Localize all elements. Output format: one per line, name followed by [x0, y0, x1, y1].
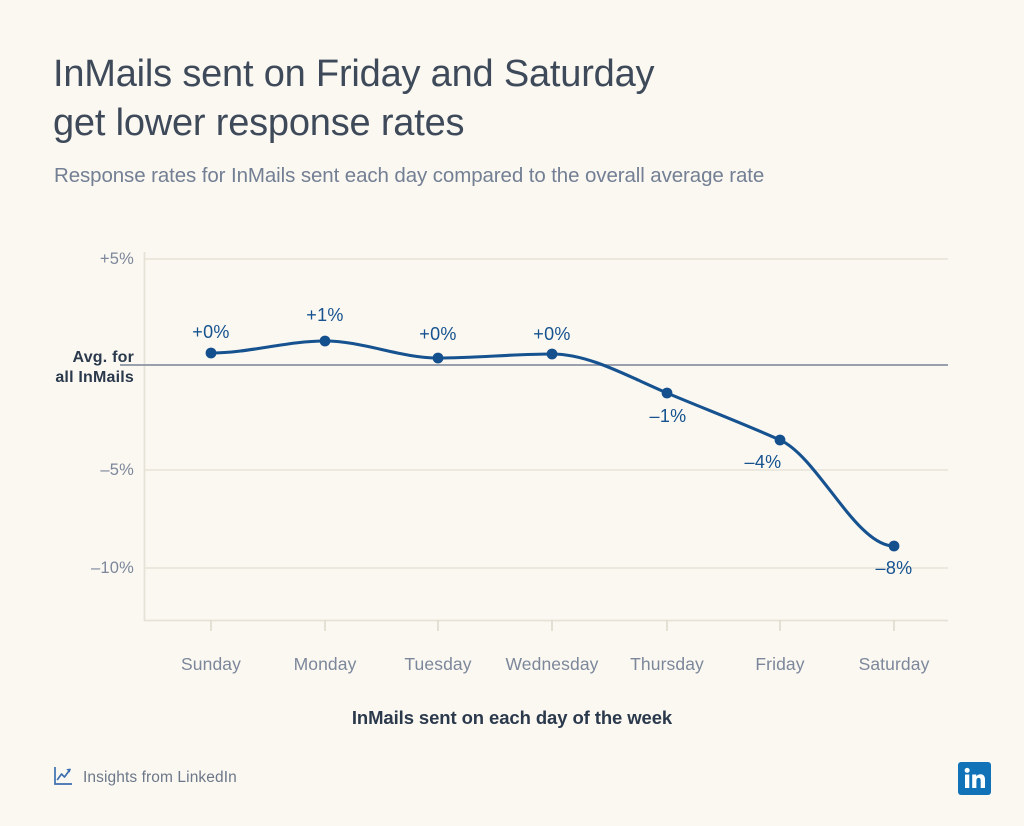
source-label: Insights from LinkedIn [83, 769, 237, 786]
x-tick-marks [210, 620, 895, 631]
data-point [546, 348, 558, 360]
x-axis-title: InMails sent on each day of the week [351, 707, 673, 728]
y-tick-label-minus5: –5% [100, 461, 134, 479]
data-point [205, 347, 217, 359]
data-point [774, 434, 786, 446]
point-label-wednesday: +0% [533, 324, 571, 344]
data-point [661, 387, 673, 399]
data-markers [205, 335, 900, 552]
point-label-sunday: +0% [192, 322, 230, 342]
data-point [888, 540, 900, 552]
chart-canvas [120, 252, 948, 631]
x-tick-label-sunday: Sunday [181, 654, 241, 674]
axis-lines [143, 252, 948, 622]
line-chart-icon [53, 765, 74, 791]
x-tick-label-monday: Monday [293, 654, 357, 674]
infographic-page: InMails sent on Friday and Saturday get … [0, 0, 1024, 826]
point-label-friday: –4% [744, 452, 782, 472]
point-label-thursday: –1% [649, 406, 687, 426]
data-line [209, 339, 896, 548]
y-tick-label-average: Avg. for all InMails [55, 349, 134, 386]
y-tick-label-plus5: +5% [99, 250, 134, 268]
x-tick-label-thursday: Thursday [630, 654, 704, 674]
point-label-tuesday: +0% [419, 324, 457, 344]
linkedin-logo [958, 762, 991, 795]
x-tick-label-wednesday: Wednesday [505, 654, 599, 674]
x-tick-label-friday: Friday [755, 654, 805, 674]
x-tick-label-saturday: Saturday [858, 654, 930, 674]
source-attribution: Insights from LinkedIn [53, 765, 237, 791]
line-chart: +5% Avg. for all InMails –5% –10% +0% +1… [0, 0, 1024, 826]
x-tick-label-tuesday: Tuesday [404, 654, 472, 674]
gridlines [144, 258, 948, 569]
data-point [319, 335, 331, 347]
data-point [432, 352, 444, 364]
y-tick-label-minus10: –10% [90, 559, 134, 577]
point-label-monday: +1% [306, 305, 344, 325]
point-label-saturday: –8% [875, 558, 913, 578]
